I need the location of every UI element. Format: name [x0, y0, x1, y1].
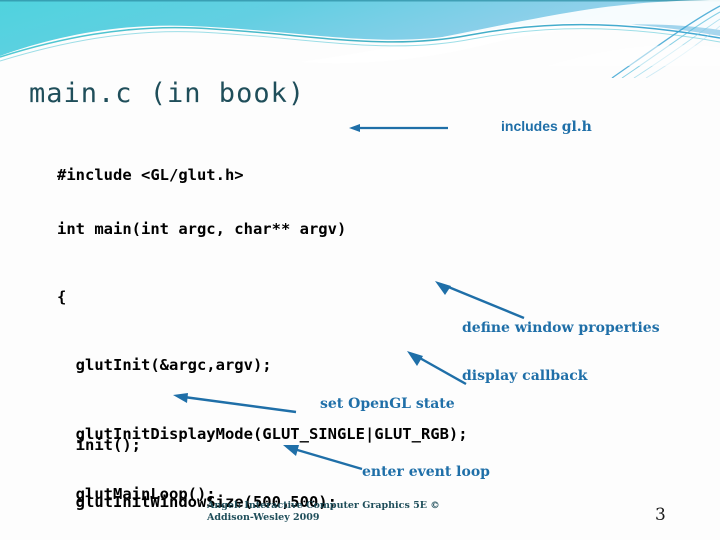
code-block-mainloop: glutMainLoop(); } [57, 437, 216, 540]
code-line: int main(int argc, char** argv) [57, 219, 347, 238]
callout-includes: includes gl.h [501, 118, 592, 135]
arrow-set-opengl-state [173, 393, 297, 414]
footer-line-2: Addison-Wesley 2009 [207, 512, 320, 523]
callout-set-opengl-state: set OpenGL state [320, 396, 455, 412]
callout-display-callback: display callback [462, 368, 588, 384]
callout-define-window-properties: define window properties [462, 320, 660, 336]
arrow-enter-event-loop [283, 445, 363, 471]
callout-includes-suffix: gl.h [561, 119, 592, 135]
callout-enter-event-loop: enter event loop [362, 464, 490, 480]
arrow-define-window-properties [435, 281, 525, 320]
page-number: 3 [655, 505, 666, 525]
arrow-includes [349, 124, 448, 132]
callout-includes-prefix: includes [501, 118, 562, 134]
footer-attribution: Angel: Interactive Computer Graphics 5E … [207, 500, 507, 524]
code-line: { [57, 287, 67, 306]
header-banner-graphic [0, 0, 720, 78]
footer-line-1: Angel: Interactive Computer Graphics 5E … [207, 500, 440, 511]
slide: main.c (in book) #include <GL/glut.h> in… [0, 0, 720, 540]
page-title: main.c (in book) [29, 78, 306, 109]
code-line: glutMainLoop(); [57, 484, 216, 503]
